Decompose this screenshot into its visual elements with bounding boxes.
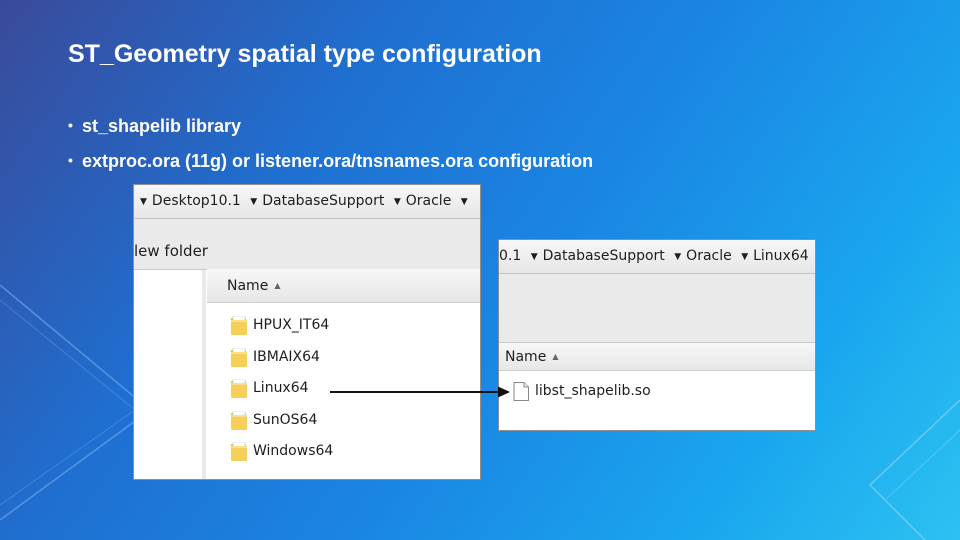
bullet-icon: • <box>68 117 73 133</box>
pane-divider[interactable] <box>202 270 206 479</box>
folder-icon <box>231 316 247 335</box>
navigation-pane[interactable] <box>134 270 203 479</box>
file-icon <box>513 382 529 401</box>
file-name: libst_shapelib.so <box>535 383 651 399</box>
explorer-window-right: 0.1 ▼ DatabaseSupport ▼ Oracle ▼ Linux64 Na… <box>498 239 816 431</box>
breadcrumb-item-oracle[interactable]: Oracle <box>686 248 732 264</box>
folder-name: IBMAIX64 <box>253 348 320 365</box>
folder-icon <box>231 410 247 430</box>
address-bar[interactable]: ▼ Desktop10.1 ▼ DatabaseSupport ▼ Oracle ▼ <box>134 185 480 219</box>
folder-name: Windows64 <box>253 443 334 459</box>
breadcrumb-item-databasesupport[interactable]: DatabaseSupport <box>543 248 665 264</box>
address-bar[interactable]: 0.1 ▼ DatabaseSupport ▼ Oracle ▼ Linux64 <box>499 240 815 274</box>
chevron-down-icon[interactable]: ▼ <box>674 252 681 262</box>
breadcrumb: ▼ Desktop10.1 ▼ DatabaseSupport ▼ Oracle ▼ <box>134 185 473 219</box>
sort-ascending-icon: ▲ <box>552 352 559 361</box>
breadcrumb: 0.1 ▼ DatabaseSupport ▼ Oracle ▼ Linux64 <box>499 240 809 274</box>
folder-name: Linux64 <box>253 380 309 396</box>
toolbar <box>499 274 815 343</box>
breadcrumb-item-desktop[interactable]: Desktop10.1 <box>152 193 241 209</box>
column-header-name[interactable]: Name ▲ <box>499 343 815 371</box>
column-header-name[interactable]: Name ▲ <box>207 269 480 303</box>
folder-name: HPUX_IT64 <box>253 317 330 333</box>
chevron-down-icon[interactable]: ▼ <box>394 197 401 207</box>
bullet-item: • st_shapelib library <box>68 108 593 143</box>
column-header-label: Name <box>505 349 547 365</box>
bullet-icon: • <box>68 152 73 168</box>
breadcrumb-item-version[interactable]: 0.1 <box>499 248 521 264</box>
breadcrumb-item-oracle[interactable]: Oracle <box>406 193 452 209</box>
folder-icon <box>231 442 247 461</box>
bullet-text: st_shapelib library <box>82 116 242 136</box>
new-folder-button[interactable]: lew folder <box>134 242 208 260</box>
sort-ascending-icon: ▲ <box>274 281 281 290</box>
folder-icon <box>231 347 247 367</box>
breadcrumb-item-linux64[interactable]: Linux64 <box>753 248 809 264</box>
bullet-text: extproc.ora (11g) or listener.ora/tnsnam… <box>82 151 594 171</box>
chevron-down-icon[interactable]: ▼ <box>250 197 257 207</box>
folder-icon <box>231 379 247 398</box>
chevron-down-icon[interactable]: ▼ <box>531 252 538 262</box>
bullet-item: • extproc.ora (11g) or listener.ora/tnsna… <box>68 143 593 178</box>
bullet-list: • st_shapelib library • extproc.ora (11g) … <box>68 108 593 178</box>
chevron-down-icon[interactable]: ▼ <box>741 252 748 262</box>
slide-title: ST_Geometry spatial type configuration <box>68 40 542 68</box>
toolbar: lew folder <box>134 219 480 270</box>
breadcrumb-item-databasesupport[interactable]: DatabaseSupport <box>262 193 384 209</box>
folder-name: SunOS64 <box>253 411 318 428</box>
explorer-window-left: ▼ Desktop10.1 ▼ DatabaseSupport ▼ Oracle ▼ … <box>133 184 481 480</box>
column-header-label: Name <box>227 278 269 294</box>
chevron-down-icon[interactable]: ▼ <box>461 197 468 207</box>
chevron-down-icon[interactable]: ▼ <box>140 197 147 207</box>
